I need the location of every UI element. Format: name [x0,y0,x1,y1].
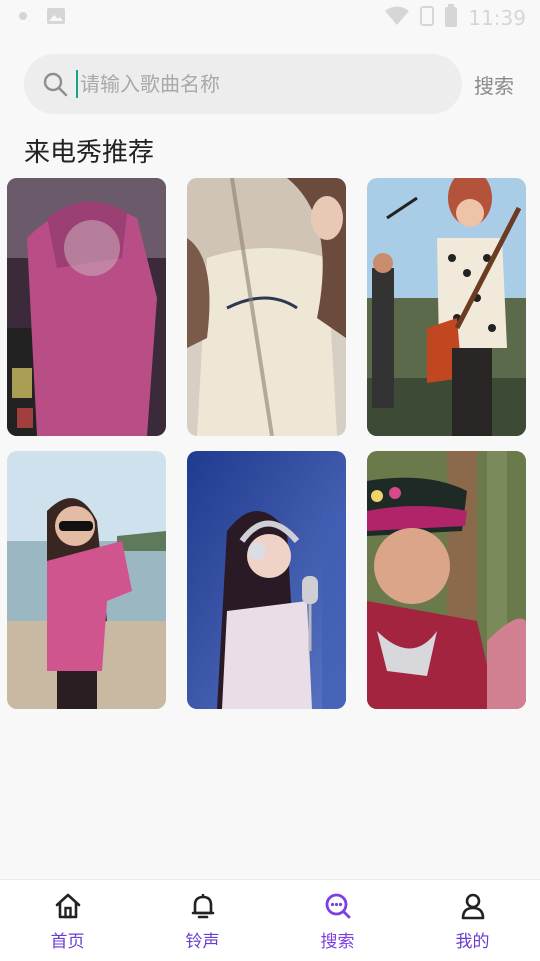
white-top-thumbnail [187,178,346,436]
battery-icon [444,3,458,33]
search-row: 搜索 [24,54,524,114]
tab-search[interactable]: 搜索 [270,889,405,952]
tab-mine-label: 我的 [455,932,490,952]
tab-ringtone[interactable]: 铃声 [135,889,270,952]
search-icon [42,71,68,97]
search-icon [323,891,353,921]
tab-home-label: 首页 [50,932,85,952]
guitarist-thumbnail [367,178,526,436]
video-thumbnail-2[interactable] [187,178,346,436]
wifi-icon [384,6,410,31]
thumbnail-grid [7,178,527,709]
video-thumbnail-5[interactable] [187,451,346,709]
home-icon [53,891,83,921]
status-right: 11:39 [384,3,526,33]
status-bar: 11:39 [0,0,540,36]
text-cursor [76,70,78,98]
notification-icon [14,7,32,29]
bottom-tab-bar: 首页 铃声 搜索 我的 [0,879,540,961]
user-icon [458,891,488,921]
singer-microphone-thumbnail [187,451,346,709]
tab-mine[interactable]: 我的 [405,889,540,952]
status-time: 11:39 [468,6,526,30]
bell-icon [188,891,218,921]
section-title: 来电秀推荐 [24,138,155,168]
sim-icon [420,5,435,31]
video-thumbnail-4[interactable] [7,451,166,709]
beach-thumbnail [7,451,166,709]
video-thumbnail-3[interactable] [367,178,526,436]
image-icon [46,6,66,30]
video-thumbnail-6[interactable] [367,451,526,709]
search-box[interactable] [24,54,462,114]
tab-home[interactable]: 首页 [0,889,135,952]
status-left [14,6,66,30]
search-input[interactable] [80,72,420,96]
video-thumbnail-1[interactable] [7,178,166,436]
search-button[interactable]: 搜索 [474,70,514,99]
tab-ringtone-label: 铃声 [185,932,220,952]
tab-search-label: 搜索 [320,932,355,952]
traditional-costume-thumbnail [367,451,526,709]
pink-outfit-thumbnail [7,178,166,436]
